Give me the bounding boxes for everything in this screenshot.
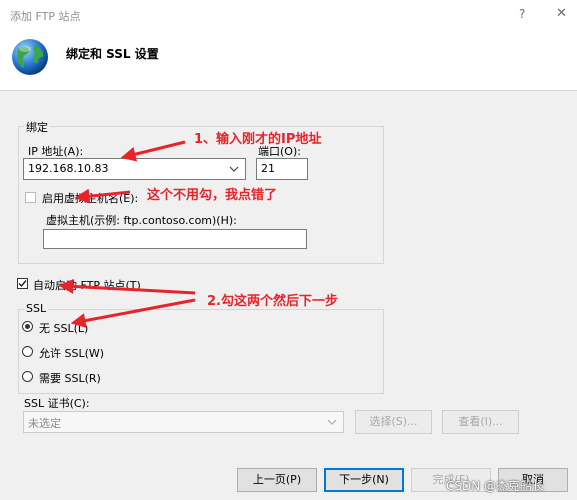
- autostart-checkbox[interactable]: [17, 278, 28, 289]
- chevron-down-icon[interactable]: [325, 416, 339, 428]
- chevron-down-icon[interactable]: [227, 163, 241, 175]
- checkmark-icon: [18, 280, 27, 288]
- vhost-hint-label: 虚拟主机(示例: ftp.contoso.com)(H):: [46, 214, 237, 227]
- window-title: 添加 FTP 站点: [10, 10, 81, 23]
- vhost-checkbox-label[interactable]: 启用虚拟主机名(E):: [42, 190, 138, 206]
- ssl-cert-label: SSL 证书(C):: [24, 397, 90, 410]
- ip-address-value: 192.168.10.83: [28, 162, 109, 175]
- page-title: 绑定和 SSL 设置: [66, 47, 159, 61]
- binding-group-label: 绑定: [24, 119, 50, 135]
- ip-address-label: IP 地址(A):: [28, 145, 84, 158]
- title-bar: 添加 FTP 站点 ? ✕: [0, 0, 577, 30]
- wizard-header: 绑定和 SSL 设置: [0, 30, 577, 91]
- ssl-none-radio[interactable]: [22, 321, 33, 332]
- annotation-ip: 1、输入刚才的IP地址: [194, 132, 322, 147]
- next-button[interactable]: 下一步(N): [324, 468, 404, 492]
- port-input[interactable]: 21: [256, 158, 308, 180]
- ssl-cert-combobox[interactable]: 未选定: [23, 411, 344, 433]
- ip-address-combobox[interactable]: 192.168.10.83: [23, 158, 246, 180]
- globe-icon: [12, 39, 48, 75]
- ssl-none-label[interactable]: 无 SSL(L): [39, 320, 88, 336]
- ssl-allow-radio[interactable]: [22, 346, 33, 357]
- port-value: 21: [261, 162, 275, 175]
- view-cert-button[interactable]: 查看(I)...: [442, 410, 519, 434]
- vhost-input[interactable]: [43, 229, 307, 249]
- prev-button[interactable]: 上一页(P): [237, 468, 317, 492]
- select-cert-button[interactable]: 选择(S)...: [355, 410, 432, 434]
- ssl-allow-label[interactable]: 允许 SSL(W): [39, 345, 104, 361]
- ssl-cert-value: 未选定: [28, 417, 61, 430]
- ssl-require-label[interactable]: 需要 SSL(R): [39, 370, 101, 386]
- autostart-label[interactable]: 自动启动 FTP 站点(T): [33, 277, 141, 293]
- annotation-vhost: 这个不用勾，我点错了: [147, 188, 278, 203]
- watermark: CSDN @杰克船长: [446, 479, 545, 493]
- help-button[interactable]: ?: [519, 7, 525, 21]
- vhost-checkbox[interactable]: [25, 192, 36, 203]
- ssl-require-radio[interactable]: [22, 371, 33, 382]
- ssl-group-label: SSL: [24, 302, 49, 315]
- close-button[interactable]: ✕: [556, 6, 567, 21]
- annotation-next: 2.勾这两个然后下一步: [207, 294, 338, 309]
